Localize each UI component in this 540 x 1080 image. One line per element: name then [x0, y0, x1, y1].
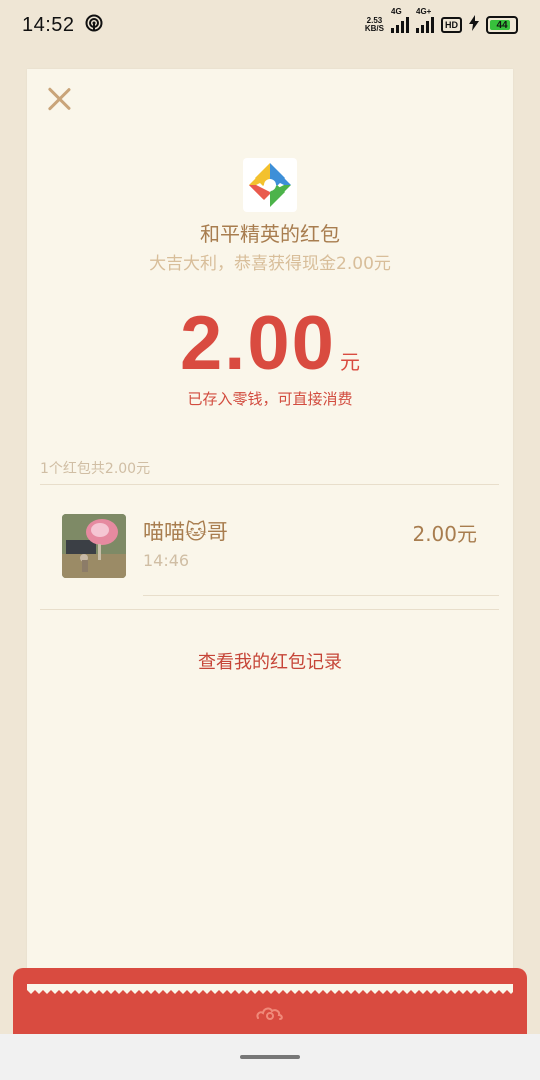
status-bar: 14:52 2.53 KB/S 4G 4G+ HD 44 [0, 0, 540, 50]
amount-display: 2.00 元 [0, 300, 540, 387]
close-icon[interactable] [46, 86, 72, 112]
hotspot-icon [85, 14, 103, 36]
zigzag-edge [27, 984, 513, 994]
sender-title: 和平精英的红包 [200, 222, 340, 246]
hd-icon: HD [441, 17, 462, 33]
greeting-text: 大吉大利，恭喜获得现金2.00元 [149, 254, 391, 274]
amount-unit: 元 [339, 350, 360, 374]
recipient-name: 喵喵🐱哥 [143, 520, 228, 544]
recipient-time: 14:46 [143, 551, 190, 570]
avatar[interactable] [62, 514, 126, 578]
amount-value: 2.00 [180, 301, 336, 386]
signal-icon-2: 4G+ [416, 7, 434, 33]
network-speed: 2.53 KB/S [365, 17, 384, 33]
recipient-amount: 2.00元 [412, 522, 477, 546]
app-logo-icon [243, 158, 297, 212]
stored-note: 已存入零钱，可直接消费 [187, 390, 353, 408]
divider [40, 484, 499, 485]
bottom-red-band [13, 968, 527, 1034]
home-indicator[interactable] [240, 1055, 300, 1059]
signal-icon: 4G [391, 7, 409, 33]
status-time: 14:52 [22, 13, 75, 36]
cloud-icon [256, 1007, 283, 1020]
charging-icon [469, 15, 479, 35]
network-type-2: 4G+ [416, 7, 432, 16]
recipient-row[interactable]: 喵喵🐱哥 14:46 2.00元 [40, 486, 499, 596]
battery-icon: 44 [486, 16, 518, 34]
view-records-link[interactable]: 查看我的红包记录 [0, 648, 540, 674]
battery-level: 44 [496, 19, 508, 31]
network-type-1: 4G [391, 7, 402, 16]
packet-summary: 1个红包共2.00元 [40, 461, 151, 477]
speed-unit: KB/S [364, 24, 384, 33]
divider [40, 609, 499, 610]
divider [143, 595, 499, 596]
